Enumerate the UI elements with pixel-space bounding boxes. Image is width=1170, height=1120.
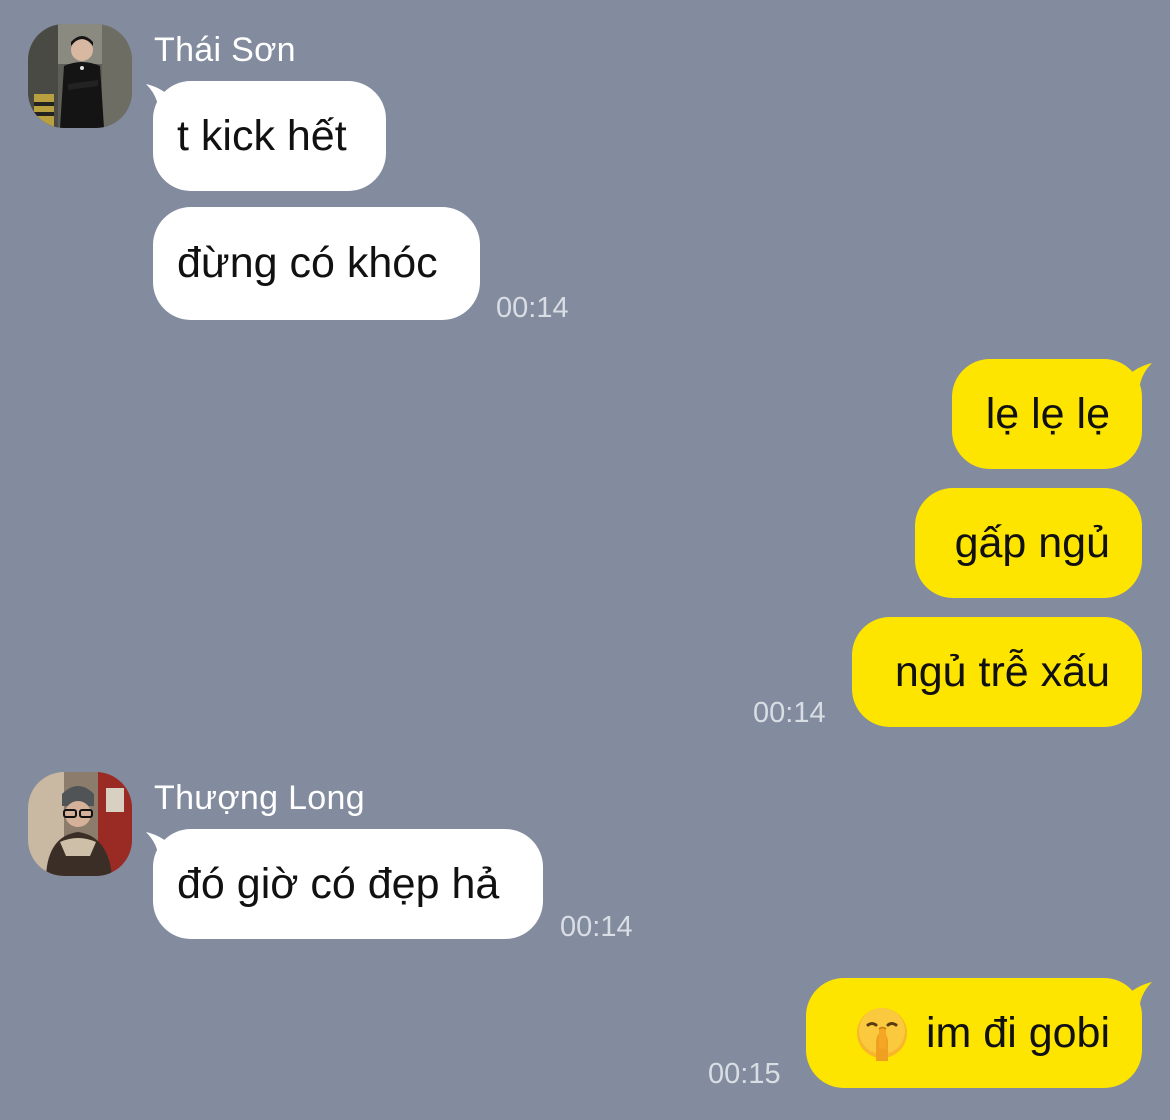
message-text: t kick hết [177, 111, 347, 160]
avatar-thai-son[interactable] [28, 24, 132, 128]
profile-photo-icon [28, 24, 132, 128]
message-bubble[interactable]: im đi gobi [806, 978, 1142, 1088]
message-text: lẹ lẹ lẹ [985, 389, 1110, 438]
message-timestamp: 00:14 [560, 911, 633, 943]
message-bubble[interactable]: t kick hết [153, 81, 386, 191]
message-text: ngủ trễ xấu [894, 647, 1110, 696]
message-bubble[interactable]: đừng có khóc [153, 207, 480, 320]
message-bubble[interactable]: ngủ trễ xấu [852, 617, 1142, 727]
message-text: đừng có khóc [177, 239, 438, 287]
shushing-face-emoji-icon [854, 1005, 910, 1061]
message-bubble[interactable]: gấp ngủ [915, 488, 1142, 598]
message-text: đó giờ có đẹp hả [177, 859, 500, 908]
profile-photo-icon [28, 772, 132, 876]
message-timestamp: 00:14 [496, 292, 569, 324]
message-text: im đi gobi [925, 1008, 1110, 1057]
message-text: gấp ngủ [954, 518, 1110, 567]
message-bubble[interactable]: đó giờ có đẹp hả [153, 829, 543, 939]
sender-name: Thượng Long [154, 779, 365, 817]
message-bubble[interactable]: lẹ lẹ lẹ [952, 359, 1142, 469]
message-timestamp: 00:14 [753, 697, 826, 729]
avatar-thuong-long[interactable] [28, 772, 132, 876]
message-timestamp: 00:15 [708, 1058, 781, 1090]
sender-name: Thái Sơn [154, 31, 296, 69]
